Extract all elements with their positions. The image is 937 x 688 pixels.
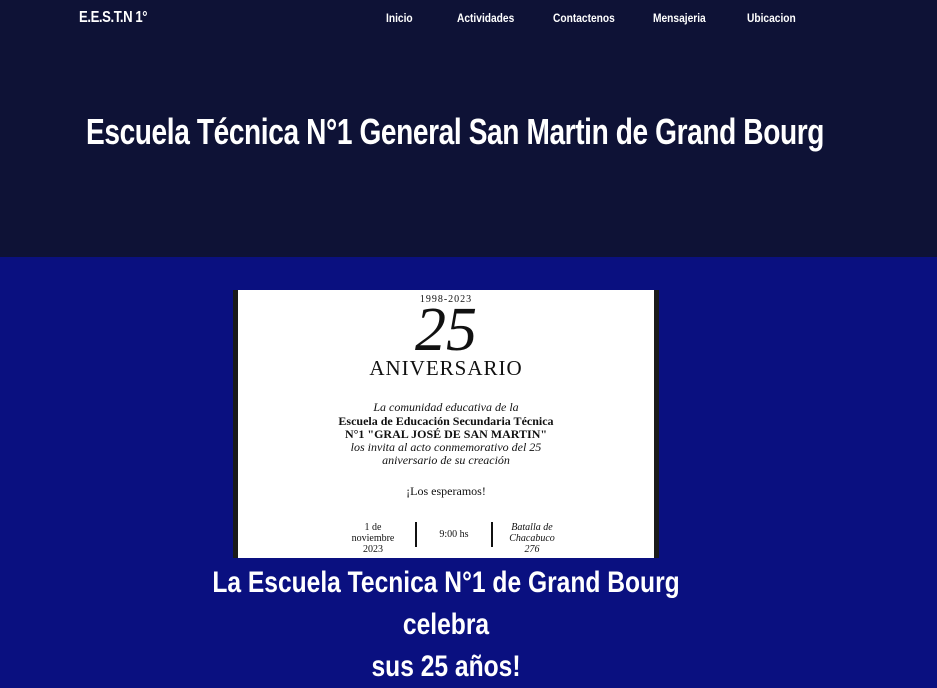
hero-header: E.E.S.T.N 1° Inicio Actividades Contacte… — [0, 0, 937, 257]
headline-line-1: La Escuela Tecnica N°1 de Grand Bourg ce… — [212, 566, 680, 641]
nav-actividades[interactable]: Actividades — [457, 11, 514, 25]
page-title: Escuela Técnica N°1 General San Martin d… — [86, 111, 825, 152]
flyer-date: 1 de noviembre 2023 — [333, 522, 413, 555]
flyer-number: 25 — [415, 296, 477, 364]
flyer-time: 9:00 hs — [439, 529, 469, 540]
headline-line-2: sus 25 años! — [371, 650, 521, 683]
nav-mensajeria[interactable]: Mensajeria — [653, 11, 706, 25]
flyer-divider — [491, 522, 493, 547]
nav-inicio[interactable]: Inicio — [386, 11, 413, 25]
flyer-date-line: 1 de — [364, 522, 382, 533]
flyer-closing: ¡Los esperamos! — [406, 484, 486, 498]
flyer-place-line: 276 — [524, 544, 540, 555]
flyer-text-line: aniversario de su creación — [382, 453, 510, 467]
nav-contactenos[interactable]: Contactenos — [553, 11, 615, 25]
flyer-aniversario: ANIVERSARIO — [369, 356, 523, 380]
flyer-place-line: Chacabuco — [509, 533, 555, 544]
flyer-date-line: noviembre — [351, 533, 395, 544]
flyer-text-line: La comunidad educativa de la — [373, 400, 519, 414]
flyer-divider — [415, 522, 417, 547]
flyer-date-line: 2023 — [363, 544, 383, 555]
main-nav: Inicio Actividades Contactenos Mensajeri… — [0, 11, 937, 27]
flyer-place-line: Batalla de — [511, 522, 553, 533]
nav-ubicacion[interactable]: Ubicacion — [747, 11, 796, 25]
anniversary-flyer-image: 1998-2023 25 ANIVERSARIO La comunidad ed… — [233, 290, 659, 558]
flyer-place: Batalla de Chacabuco 276 — [497, 522, 567, 555]
article-headline: La Escuela Tecnica N°1 de Grand Bourg ce… — [203, 562, 688, 688]
